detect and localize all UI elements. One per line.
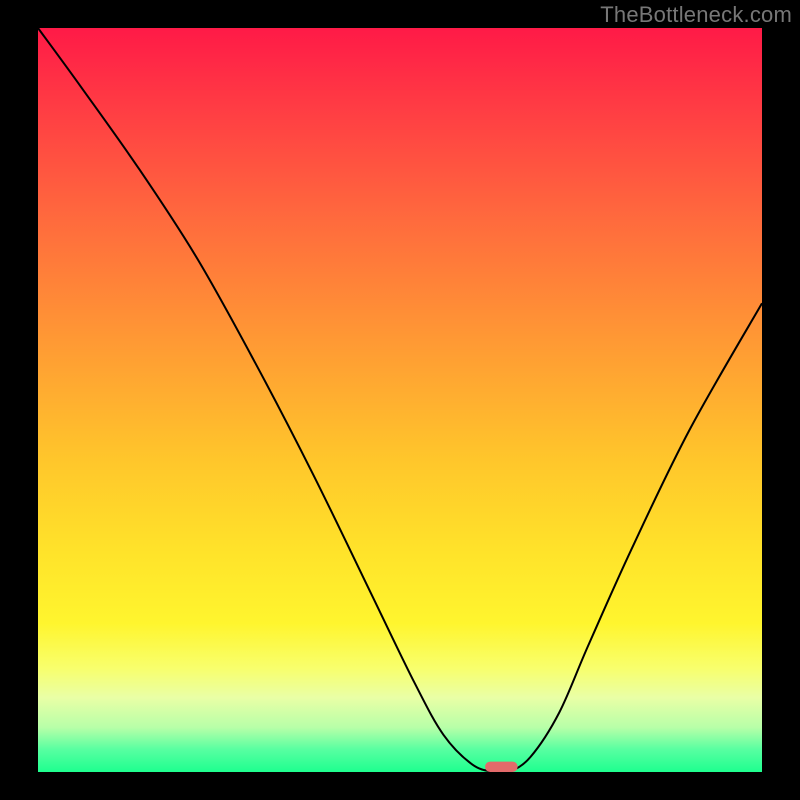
plot-area bbox=[38, 28, 762, 772]
watermark-label: TheBottleneck.com bbox=[600, 2, 792, 28]
chart-container: TheBottleneck.com bbox=[0, 0, 800, 800]
optimal-marker bbox=[38, 28, 762, 772]
